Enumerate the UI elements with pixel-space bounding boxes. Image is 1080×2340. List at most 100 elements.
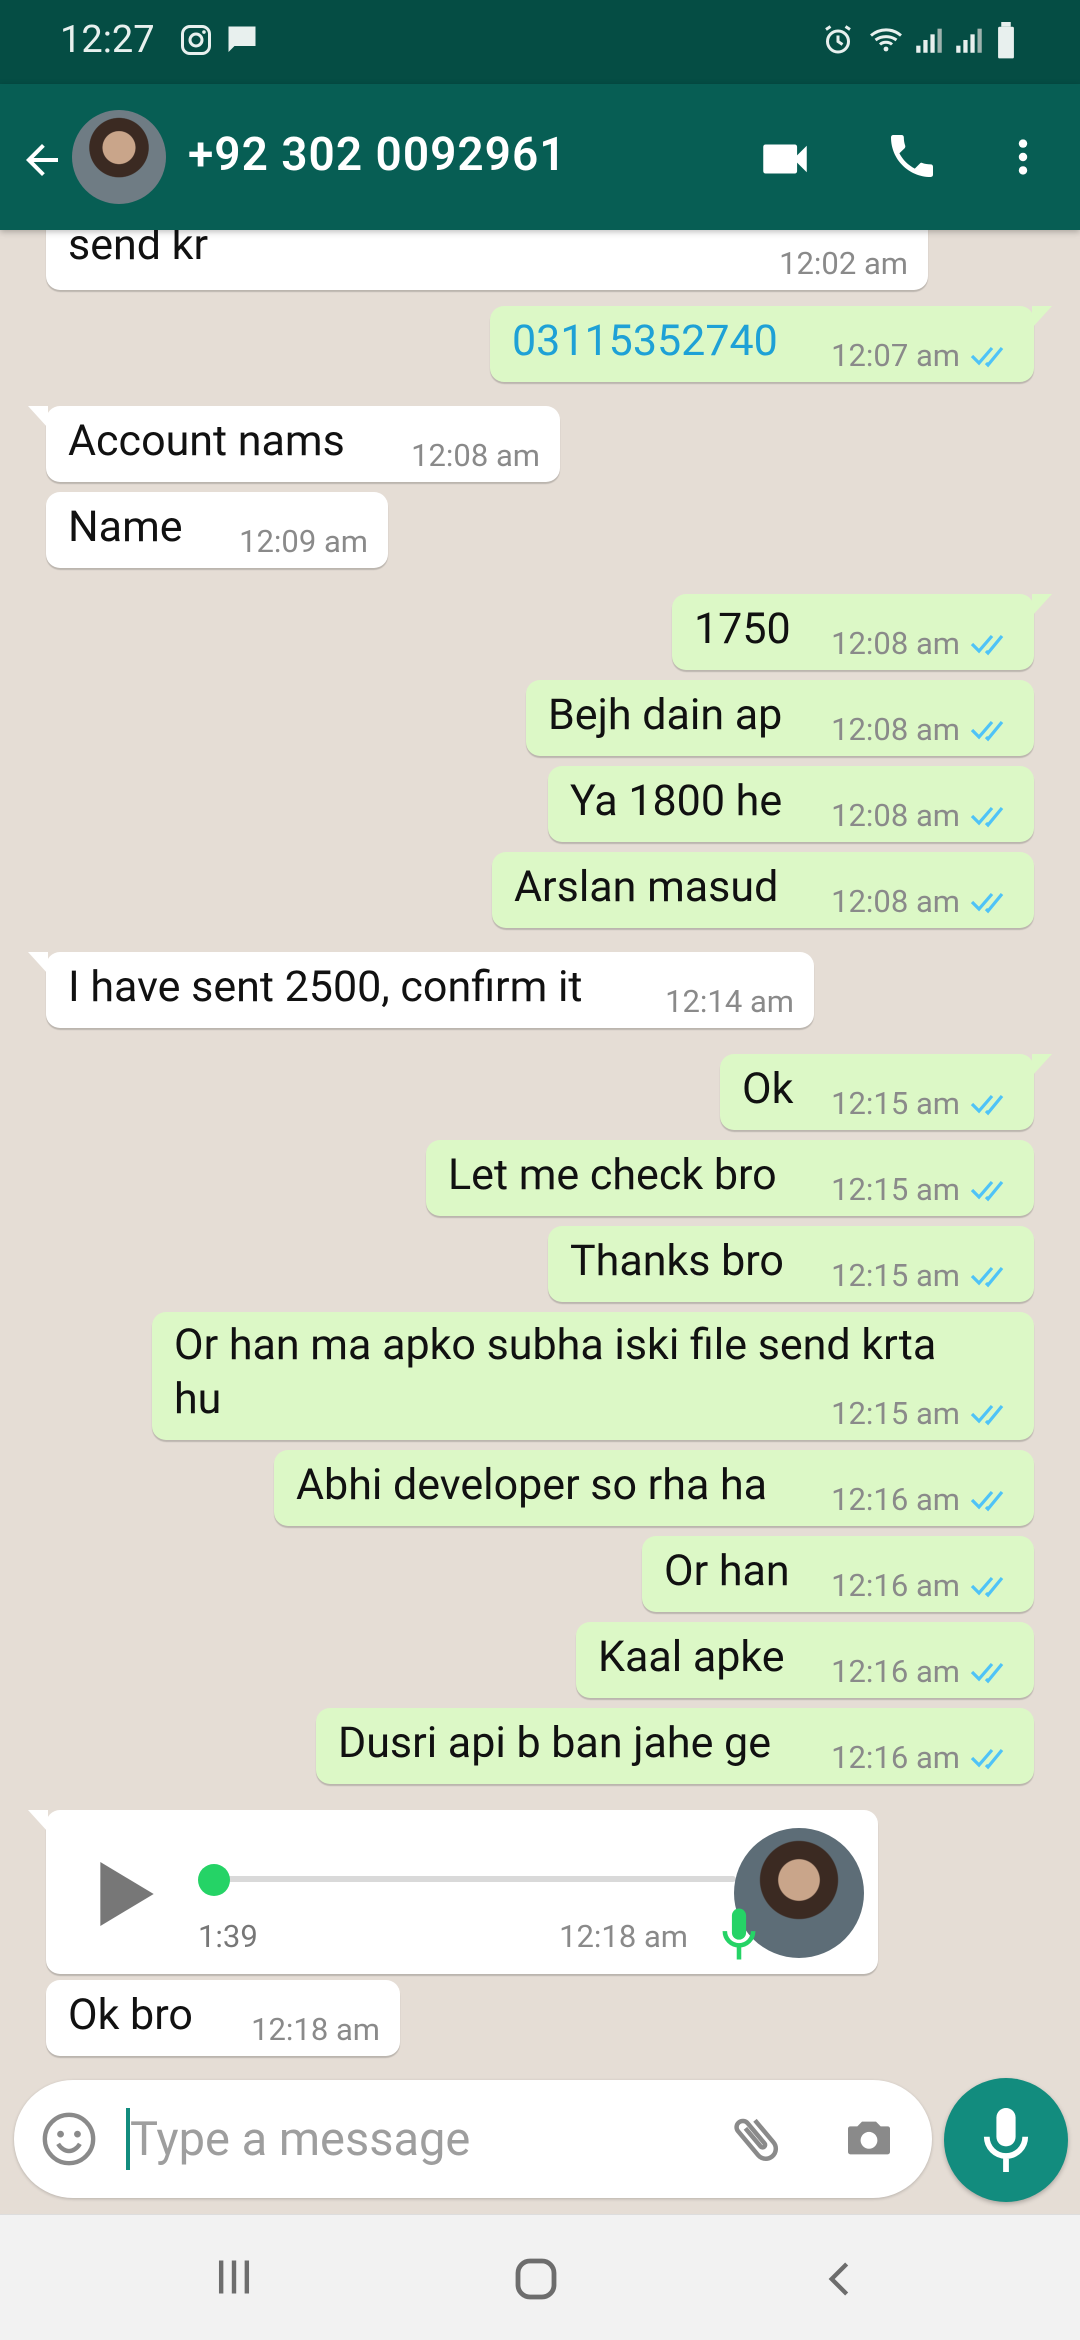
message-time: 12:08 am — [411, 437, 540, 474]
message-outgoing[interactable]: Or han 12:16 am — [642, 1536, 1034, 1612]
instagram-icon — [181, 25, 211, 55]
message-time: 12:15 am — [831, 1395, 960, 1432]
contact-name[interactable]: +92 302 0092961 — [188, 128, 567, 182]
read-ticks-icon — [970, 1748, 1004, 1769]
message-incoming[interactable]: Ok bro 12:18 am — [46, 1980, 400, 2056]
status-bar: 12:27 — [0, 0, 1080, 84]
read-ticks-icon — [970, 1404, 1004, 1425]
attach-icon[interactable] — [726, 2108, 786, 2170]
message-outgoing[interactable]: Ok 12:15 am — [720, 1054, 1052, 1130]
message-incoming[interactable]: send kr 12:02 am — [46, 230, 928, 290]
back-arrow-icon[interactable] — [18, 136, 66, 184]
message-text: Arslan masud — [514, 862, 779, 912]
message-time: 12:08 am — [831, 883, 960, 920]
message-time: 12:16 am — [831, 1653, 960, 1690]
read-ticks-icon — [970, 634, 1004, 655]
message-time: 12:16 am — [831, 1481, 960, 1518]
signal-icon — [916, 28, 942, 53]
message-time: 12:09 am — [239, 523, 368, 560]
message-text: 1750 — [694, 604, 791, 654]
message-text: Ok — [742, 1064, 794, 1114]
message-composer[interactable]: Type a message — [14, 2080, 932, 2198]
message-text: Or han — [664, 1546, 790, 1596]
message-outgoing[interactable]: Thanks bro 12:15 am — [548, 1226, 1034, 1302]
read-ticks-icon — [970, 806, 1004, 827]
voice-duration: 1:39 — [198, 1918, 258, 1955]
message-text-line2: hu — [174, 1374, 222, 1424]
read-ticks-icon — [970, 1094, 1004, 1115]
message-time: 12:15 am — [831, 1171, 960, 1208]
system-navigation-bar — [0, 2214, 1080, 2340]
message-text: send kr — [68, 230, 209, 270]
voice-progress-track[interactable] — [216, 1876, 736, 1882]
message-text: Account nams — [68, 416, 345, 466]
message-time: 12:08 am — [831, 797, 960, 834]
message-time: 12:16 am — [831, 1739, 960, 1776]
message-input[interactable]: Type a message — [130, 2112, 470, 2167]
message-time: 12:07 am — [831, 337, 960, 374]
home-icon[interactable] — [512, 2255, 560, 2303]
emoji-icon[interactable] — [40, 2110, 98, 2168]
message-text: Name — [68, 502, 183, 552]
message-notification-icon — [228, 26, 256, 52]
message-outgoing[interactable]: Arslan masud 12:08 am — [492, 852, 1034, 928]
mic-icon — [983, 2108, 1029, 2172]
message-outgoing[interactable]: Ya 1800 he 12:08 am — [548, 766, 1034, 842]
message-list[interactable]: send kr 12:02 am 03115352740 12:07 am Ac… — [0, 230, 1080, 2080]
message-incoming[interactable]: I have sent 2500, confirm it 12:14 am — [28, 952, 814, 1028]
battery-icon — [998, 22, 1014, 59]
phone-icon[interactable] — [884, 128, 940, 184]
message-text: Let me check bro — [448, 1150, 777, 1200]
more-vert-icon[interactable] — [1000, 132, 1046, 182]
message-time: 12:16 am — [831, 1567, 960, 1604]
message-outgoing[interactable]: 03115352740 12:07 am — [490, 306, 1052, 382]
message-text: Ok bro — [68, 1990, 193, 2040]
message-time: 12:08 am — [831, 625, 960, 662]
message-time: 12:18 am — [559, 1918, 688, 1955]
read-ticks-icon — [970, 1490, 1004, 1511]
message-time: 12:15 am — [831, 1257, 960, 1294]
message-text: I have sent 2500, confirm it — [68, 962, 583, 1012]
chat-header: +92 302 0092961 — [0, 84, 1080, 230]
read-ticks-icon — [970, 720, 1004, 741]
message-text: Ya 1800 he — [570, 776, 783, 826]
message-outgoing[interactable]: Let me check bro 12:15 am — [426, 1140, 1034, 1216]
mic-icon — [722, 1908, 756, 1960]
read-ticks-icon — [970, 1662, 1004, 1683]
voice-progress-handle[interactable] — [198, 1864, 230, 1896]
message-time: 12:14 am — [665, 983, 794, 1020]
back-nav-icon[interactable] — [820, 2255, 860, 2303]
message-time: 12:18 am — [251, 2011, 380, 2048]
signal-icon-2 — [956, 28, 982, 53]
alarm-icon — [825, 25, 851, 54]
message-text: Dusri api b ban jahe ge — [338, 1718, 772, 1768]
message-time: 12:15 am — [831, 1085, 960, 1122]
message-incoming[interactable]: Name 12:09 am — [46, 492, 388, 568]
read-ticks-icon — [970, 892, 1004, 913]
voice-message[interactable]: 1:39 12:18 am — [28, 1810, 878, 1974]
message-text: Abhi developer so rha ha — [296, 1460, 768, 1510]
message-text: Bejh dain ap — [548, 690, 783, 740]
play-icon[interactable] — [98, 1862, 156, 1926]
read-ticks-icon — [970, 1576, 1004, 1597]
message-time: 12:02 am — [779, 245, 908, 282]
read-ticks-icon — [970, 1266, 1004, 1287]
message-outgoing[interactable]: Abhi developer so rha ha 12:16 am — [274, 1450, 1034, 1526]
recent-apps-icon[interactable] — [212, 2255, 256, 2299]
record-voice-button[interactable] — [944, 2078, 1068, 2202]
message-outgoing[interactable]: Dusri api b ban jahe ge 12:16 am — [316, 1708, 1034, 1784]
message-outgoing[interactable]: 1750 12:08 am — [672, 594, 1052, 670]
message-outgoing[interactable]: Or han ma apko subha iski file send krta… — [152, 1312, 1034, 1440]
message-text: Kaal apke — [598, 1632, 785, 1682]
phone-number-link[interactable]: 03115352740 — [512, 316, 778, 366]
message-incoming[interactable]: Account nams 12:08 am — [28, 406, 560, 482]
video-call-icon[interactable] — [756, 130, 814, 188]
read-ticks-icon — [970, 1180, 1004, 1201]
message-text: Or han ma apko subha iski file send krta — [174, 1320, 937, 1370]
camera-icon[interactable] — [840, 2110, 898, 2166]
message-outgoing[interactable]: Kaal apke 12:16 am — [576, 1622, 1034, 1698]
wifi-icon — [870, 28, 902, 52]
contact-avatar[interactable] — [72, 110, 166, 204]
message-text: Thanks bro — [570, 1236, 784, 1286]
message-outgoing[interactable]: Bejh dain ap 12:08 am — [526, 680, 1034, 756]
